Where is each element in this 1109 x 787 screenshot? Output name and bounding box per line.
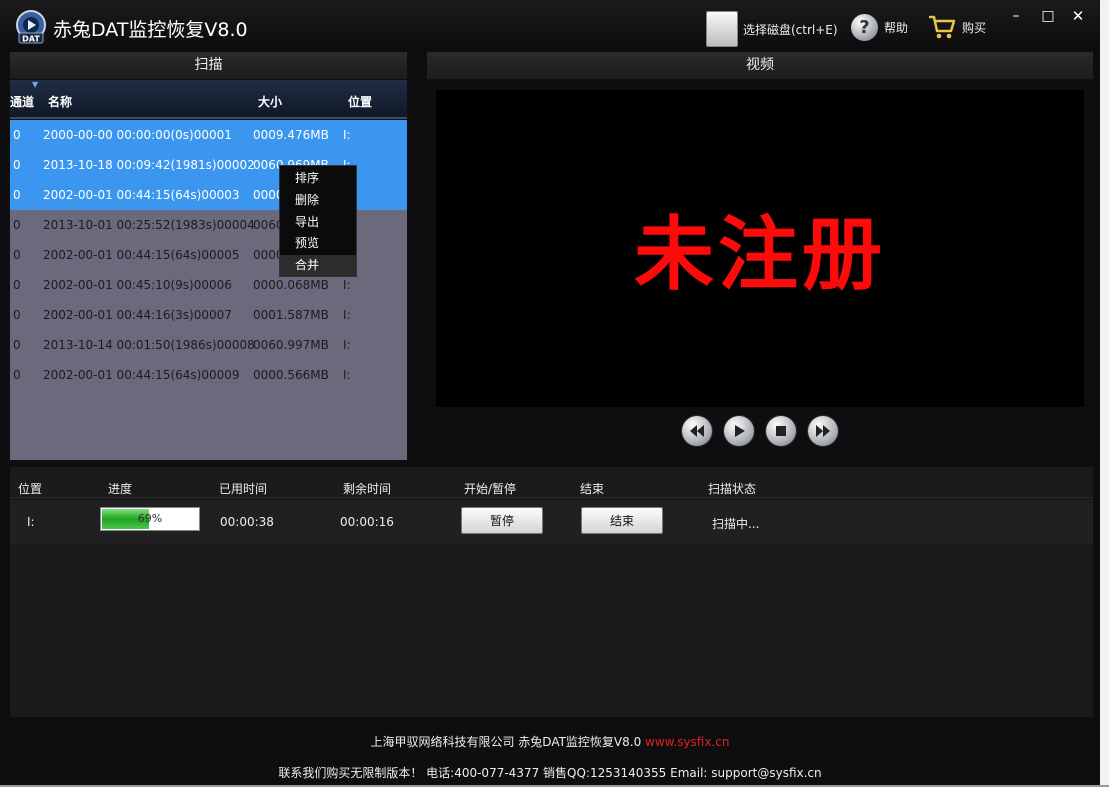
cell-channel: 0: [13, 188, 21, 202]
rewind-icon: [690, 425, 704, 437]
video-screen[interactable]: 未注册: [436, 90, 1084, 407]
app-logo-text: DAT: [22, 35, 40, 44]
cell-channel: 0: [13, 248, 21, 262]
cell-name: 2013-10-18 00:09:42(1981s)00002: [43, 158, 255, 172]
cell-channel: 0: [13, 278, 21, 292]
column-size[interactable]: 大小: [258, 93, 282, 110]
pause-button[interactable]: 暂停: [461, 507, 543, 534]
play-icon: [735, 425, 745, 437]
progress-position: I:: [27, 515, 35, 529]
context-menu-item[interactable]: 排序: [280, 168, 356, 189]
cell-channel: 0: [13, 158, 21, 172]
remaining-time: 00:00:16: [340, 515, 394, 529]
cell-size: 0001.587MB: [253, 308, 329, 322]
cell-position: I:: [343, 338, 351, 352]
stop-icon: [776, 426, 786, 436]
table-row[interactable]: 0 2013-10-14 00:01:50(1986s)00008 0060.997…: [10, 330, 407, 360]
progress-bar: 69%: [100, 507, 200, 531]
cell-size: 0000.566MB: [253, 368, 329, 382]
progress-col-elapsed: 已用时间: [219, 482, 268, 496]
play-button[interactable]: [724, 416, 754, 446]
context-menu-item[interactable]: 预览: [280, 233, 356, 254]
column-channel[interactable]: 通道: [10, 93, 34, 110]
cell-channel: 0: [13, 218, 21, 232]
stop-button[interactable]: [766, 416, 796, 446]
buy-label: 购买: [962, 20, 987, 35]
progress-col-progress: 进度: [108, 482, 133, 496]
progress-percent: 69%: [137, 512, 163, 525]
help-icon: ?: [851, 14, 878, 41]
context-menu-item[interactable]: 合并: [280, 255, 356, 277]
context-menu: 排序 删除 导出 预览 合并: [279, 165, 357, 277]
footer-company: 上海甲驭网络科技有限公司 赤兔DAT监控恢复V8.0 www.sysfix.cn: [0, 733, 1100, 750]
cell-name: 2013-10-14 00:01:50(1986s)00008: [43, 338, 255, 352]
cell-name: 2002-00-01 00:44:15(64s)00005: [43, 248, 240, 262]
help-label: 帮助: [884, 21, 909, 35]
cell-position: I:: [343, 308, 351, 322]
minimize-button[interactable]: –: [1002, 6, 1030, 26]
cell-name: 2002-00-01 00:44:16(3s)00007: [43, 308, 232, 322]
cell-channel: 0: [13, 368, 21, 382]
footer-company-text: 上海甲驭网络科技有限公司 赤兔DAT监控恢复V8.0: [370, 735, 646, 749]
cell-name: 2002-00-01 00:44:15(64s)00003: [43, 188, 240, 202]
sort-arrow-icon: ▼: [32, 80, 39, 89]
progress-header: 位置 进度 已用时间 剩余时间 开始/暂停 结束 扫描状态: [10, 477, 1093, 498]
cart-icon: [929, 15, 956, 39]
progress-col-end: 结束: [580, 482, 605, 496]
scan-status: 扫描中...: [712, 517, 760, 531]
scan-panel-header: 扫描: [10, 52, 407, 79]
file-list-header: ▼ 通道 名称 大小 位置: [10, 80, 407, 119]
select-disk-button[interactable]: 选择磁盘(ctrl+E): [706, 11, 838, 47]
column-name[interactable]: 名称: [48, 93, 72, 110]
context-menu-item[interactable]: 导出: [280, 212, 356, 233]
buy-button[interactable]: 购买: [927, 14, 986, 40]
cell-channel: 0: [13, 308, 21, 322]
context-menu-item[interactable]: 删除: [280, 190, 356, 211]
progress-col-status: 扫描状态: [708, 482, 757, 496]
unregistered-watermark: 未注册: [634, 208, 886, 301]
window-edge: [1100, 0, 1109, 787]
footer-contact: 联系我们购买无限制版本！ 电话:400-077-4377 销售QQ:125314…: [278, 766, 822, 780]
app-logo-icon: DAT: [16, 10, 46, 44]
table-row[interactable]: 0 2002-00-01 00:44:15(64s)00009 0000.566MB…: [10, 360, 407, 390]
cell-channel: 0: [13, 128, 21, 142]
table-row[interactable]: 0 2000-00-00 00:00:00(0s)00001 0009.476MB I…: [10, 120, 407, 150]
cell-position: I:: [343, 278, 351, 292]
maximize-button[interactable]: □: [1034, 6, 1062, 26]
footer-website-link[interactable]: www.sysfix.cn: [645, 735, 729, 749]
rewind-button[interactable]: [682, 416, 712, 446]
end-button[interactable]: 结束: [581, 507, 663, 534]
cell-position: I:: [343, 128, 351, 142]
help-button[interactable]: ? 帮助: [851, 14, 908, 41]
cell-name: 2013-10-01 00:25:52(1983s)00004: [43, 218, 255, 232]
cell-size: 0000.068MB: [253, 278, 329, 292]
cell-size: 0060.997MB: [253, 338, 329, 352]
cell-name: 2002-00-01 00:44:15(64s)00009: [43, 368, 240, 382]
progress-col-start-pause: 开始/暂停: [464, 482, 517, 496]
cell-position: I:: [343, 368, 351, 382]
video-panel-header: 视频: [427, 52, 1093, 79]
progress-col-remaining: 剩余时间: [343, 482, 392, 496]
progress-col-position: 位置: [18, 482, 43, 496]
cell-size: 0009.476MB: [253, 128, 329, 142]
fast-forward-icon: [816, 425, 830, 437]
cell-channel: 0: [13, 338, 21, 352]
app-title: 赤兔DAT监控恢复V8.0: [53, 19, 248, 41]
select-disk-label: 选择磁盘(ctrl+E): [743, 22, 838, 37]
elapsed-time: 00:00:38: [220, 515, 274, 529]
close-button[interactable]: ✕: [1064, 6, 1092, 26]
column-position[interactable]: 位置: [348, 93, 372, 110]
disk-icon: [706, 11, 738, 47]
table-row[interactable]: 0 2002-00-01 00:44:16(3s)00007 0001.587MB I…: [10, 300, 407, 330]
cell-name: 2000-00-00 00:00:00(0s)00001: [43, 128, 232, 142]
fast-forward-button[interactable]: [808, 416, 838, 446]
cell-name: 2002-00-01 00:45:10(9s)00006: [43, 278, 232, 292]
